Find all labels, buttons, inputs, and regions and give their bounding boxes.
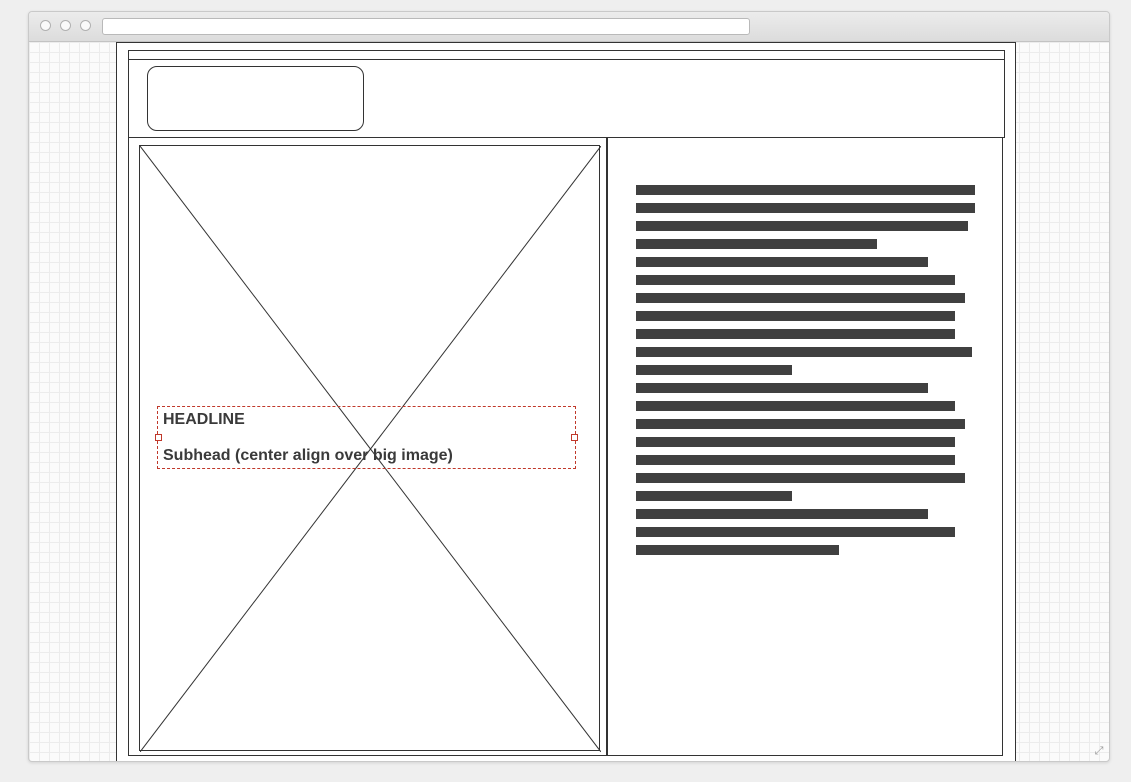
text-line-placeholder xyxy=(636,275,955,285)
text-line-placeholder xyxy=(636,347,972,357)
title-bar xyxy=(29,12,1109,42)
text-line-placeholder xyxy=(636,293,965,303)
text-line-placeholder xyxy=(636,527,955,537)
text-line-placeholder xyxy=(636,365,792,375)
subhead: Subhead (center align over big image) xyxy=(163,447,453,464)
resize-handle-right[interactable] xyxy=(571,434,578,441)
text-line-placeholder xyxy=(636,329,955,339)
text-line-placeholder xyxy=(636,203,975,213)
logo-placeholder xyxy=(147,66,364,131)
minimize-window-button[interactable] xyxy=(60,20,71,31)
text-line-placeholder xyxy=(636,383,928,393)
address-bar[interactable] xyxy=(102,18,750,35)
right-column xyxy=(607,137,1003,756)
text-line-placeholder xyxy=(636,401,955,411)
wireframe-page: HEADLINE Subhead (center align over big … xyxy=(116,42,1016,761)
page-header xyxy=(128,59,1005,138)
close-window-button[interactable] xyxy=(40,20,51,31)
text-line-placeholder xyxy=(636,545,839,555)
text-line-placeholder xyxy=(636,311,955,321)
resize-handle-left[interactable] xyxy=(155,434,162,441)
maximize-window-button[interactable] xyxy=(80,20,91,31)
text-line-placeholder xyxy=(636,185,975,195)
body-text-placeholder xyxy=(636,185,975,563)
headline-text-box[interactable]: HEADLINE Subhead (center align over big … xyxy=(155,406,578,469)
text-line-placeholder xyxy=(636,419,965,429)
text-line-placeholder xyxy=(636,473,965,483)
left-column: HEADLINE Subhead (center align over big … xyxy=(128,137,607,756)
text-line-placeholder xyxy=(636,239,877,249)
browser-window: HEADLINE Subhead (center align over big … xyxy=(28,11,1110,762)
text-line-placeholder xyxy=(636,437,955,447)
text-line-placeholder xyxy=(636,491,792,501)
expand-icon[interactable]: ⤢ xyxy=(1093,745,1105,757)
text-line-placeholder xyxy=(636,455,955,465)
headline: HEADLINE xyxy=(163,411,245,428)
text-line-placeholder xyxy=(636,221,968,231)
text-line-placeholder xyxy=(636,257,928,267)
text-line-placeholder xyxy=(636,509,928,519)
